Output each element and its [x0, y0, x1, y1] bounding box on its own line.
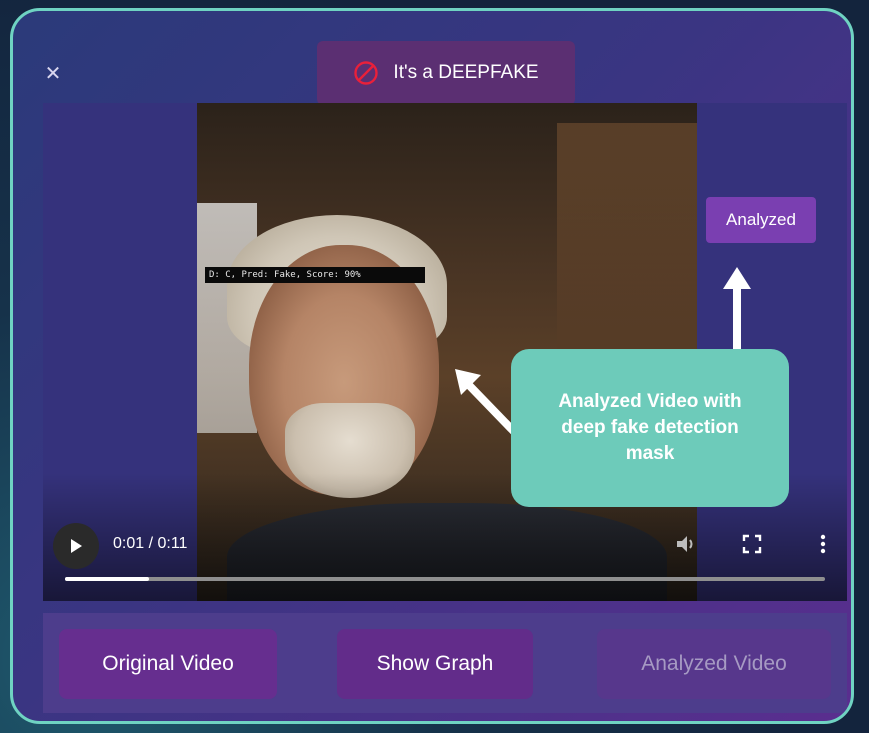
verdict-text: It's a DEEPFAKE [393, 62, 539, 83]
play-icon [71, 539, 82, 553]
detection-label: D: C, Pred: Fake, Score: 90% [205, 267, 425, 283]
play-button[interactable] [53, 523, 99, 569]
time-display: 0:01 / 0:11 [113, 535, 188, 552]
fullscreen-icon[interactable] [741, 533, 763, 555]
close-icon[interactable]: ✕ [43, 63, 63, 83]
original-video-button[interactable]: Original Video [59, 629, 277, 699]
video-analysis-modal: ✕ It's a DEEPFAKE D: C, Pred: Fake, Scor… [10, 8, 854, 724]
annotation-callout-text: Analyzed Video with deep fake detection … [558, 391, 742, 464]
analyzed-video-button[interactable]: Analyzed Video [597, 629, 831, 699]
analyzed-tag: Analyzed [706, 197, 816, 243]
progress-bar[interactable] [65, 577, 825, 581]
annotation-callout: Analyzed Video with deep fake detection … [511, 349, 789, 507]
progress-fill [65, 577, 149, 581]
volume-icon[interactable] [675, 533, 699, 555]
more-vert-icon[interactable] [811, 532, 835, 556]
view-mode-bar: Original Video Show Graph Analyzed Video [43, 613, 847, 713]
show-graph-button[interactable]: Show Graph [337, 629, 533, 699]
verdict-banner: It's a DEEPFAKE [317, 41, 575, 105]
arrow-up-icon [723, 267, 751, 357]
prohibited-icon [354, 61, 379, 85]
